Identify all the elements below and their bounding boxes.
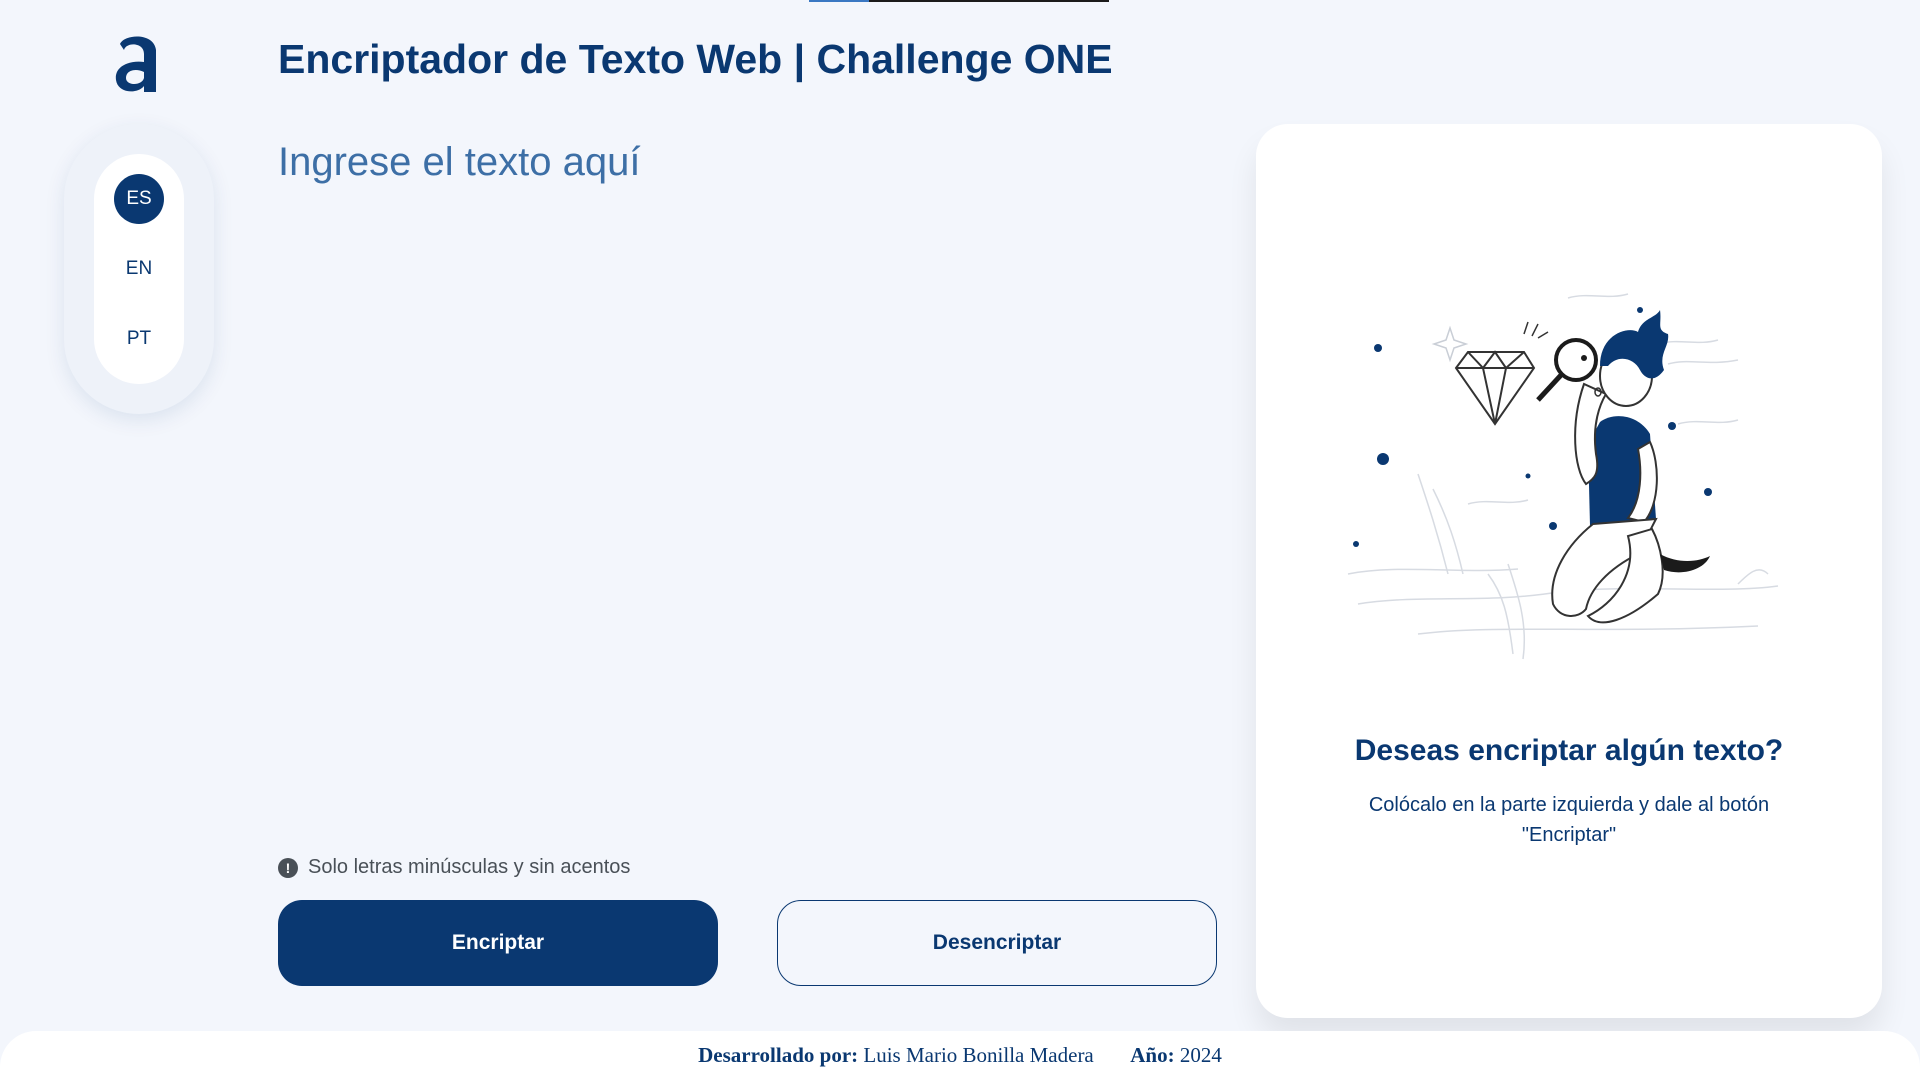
encrypt-button[interactable]: Encriptar <box>278 900 718 986</box>
footer: Desarrollado por: Luis Mario Bonilla Mad… <box>0 1031 1920 1091</box>
input-hint: ! Solo letras minúsculas y sin acentos <box>278 856 630 879</box>
alura-logo-icon <box>115 36 156 92</box>
language-es-button[interactable]: ES <box>114 174 164 224</box>
output-card: Deseas encriptar algún texto? Colócalo e… <box>1256 124 1882 1018</box>
output-card-title: Deseas encriptar algún texto? <box>1354 734 1784 767</box>
language-en-button[interactable]: EN <box>114 244 164 294</box>
language-pt-button[interactable]: PT <box>114 314 164 364</box>
developer-name: Luis Mario Bonilla Madera <box>863 1043 1094 1067</box>
exclamation-circle-icon: ! <box>278 857 298 878</box>
language-selector-inner: ES EN PT <box>94 154 184 384</box>
year-label: Año: <box>1130 1043 1175 1067</box>
page-title: Encriptador de Texto Web | Challenge ONE <box>278 36 1113 82</box>
footer-year: 2024 <box>1179 1043 1222 1067</box>
developed-by-label: Desarrollado por: <box>698 1043 859 1067</box>
language-selector: ES EN PT <box>64 124 214 414</box>
top-divider-accent <box>809 0 869 2</box>
output-card-text: Colócalo en la parte izquierda y dale al… <box>1368 794 1770 846</box>
footer-credits: Desarrollado por: Luis Mario Bonilla Mad… <box>0 1043 1920 1068</box>
decrypt-button[interactable]: Desencriptar <box>777 900 1217 986</box>
hint-text: Solo letras minúsculas y sin acentos <box>308 856 631 878</box>
text-input[interactable] <box>278 140 1208 800</box>
person-with-magnifier-illustration <box>1347 293 1779 660</box>
